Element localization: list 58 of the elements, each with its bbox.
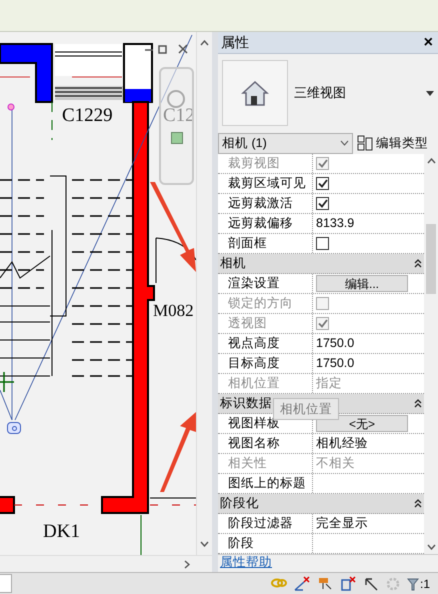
property-value: 指定	[316, 375, 342, 392]
instance-filter-dropdown[interactable]: 相机 (1)	[218, 132, 353, 154]
checkbox[interactable]	[316, 237, 329, 250]
property-label: 视点高度	[218, 334, 313, 353]
scroll-down-icon[interactable]	[200, 541, 209, 547]
filter-icon[interactable]	[406, 576, 419, 590]
property-value-button[interactable]: <无>	[316, 415, 408, 432]
chevron-down-icon	[340, 140, 349, 146]
property-label: 图纸上的标题	[218, 474, 313, 493]
collapse-icon	[414, 399, 422, 408]
dropdown-caret-icon	[426, 90, 434, 96]
edit-type-button[interactable]: 编辑类型	[357, 134, 428, 152]
property-value: 不相关	[316, 455, 355, 472]
scroll-up-icon[interactable]	[426, 158, 436, 164]
property-label: 透视图	[218, 314, 313, 333]
collapse-icon	[414, 259, 422, 268]
property-value[interactable]: 8133.9	[316, 214, 354, 233]
scroll-right-icon[interactable]	[184, 560, 190, 568]
properties-scrollbar[interactable]	[424, 154, 438, 554]
room-tag: C1229	[62, 106, 113, 125]
filter-count: :1	[420, 576, 430, 592]
group-header[interactable]: 阶段化	[218, 494, 424, 514]
property-label: 渲染设置	[218, 274, 313, 293]
close-button[interactable]: ×	[422, 34, 435, 50]
camera-icon[interactable]	[7, 422, 21, 434]
scroll-thumb[interactable]	[426, 224, 436, 294]
type-name: 三维视图	[294, 84, 347, 102]
collapse-icon	[414, 499, 422, 508]
checkbox[interactable]	[316, 177, 329, 190]
property-label: 裁剪视图	[218, 154, 313, 173]
property-value[interactable]: 相机经验	[316, 434, 368, 453]
panel-title: 属性	[221, 33, 249, 52]
property-label: 视图名称	[218, 434, 313, 453]
property-label: 相关性	[218, 454, 313, 473]
room-tag: DK1	[43, 522, 80, 541]
house-icon	[240, 78, 270, 108]
checkbox[interactable]	[316, 197, 329, 210]
group-header[interactable]: 相机	[218, 254, 424, 274]
property-value[interactable]: 1750.0	[316, 334, 354, 353]
property-label: 阶段	[218, 534, 313, 553]
property-value-button[interactable]: 编辑...	[316, 275, 408, 292]
property-value[interactable]: 1750.0	[316, 354, 354, 373]
property-label: 剖面框	[218, 234, 313, 253]
room-tag: M082	[153, 302, 194, 319]
tooltip: 相机位置	[273, 398, 339, 420]
property-label: 锁定的方向	[218, 294, 313, 313]
property-value[interactable]: 完全显示	[316, 514, 368, 533]
property-label: 远剪裁偏移	[218, 214, 313, 233]
scroll-up-icon[interactable]	[200, 40, 209, 46]
scroll-down-icon[interactable]	[426, 544, 436, 550]
edit-type-icon	[357, 135, 373, 151]
property-label: 目标高度	[218, 354, 313, 373]
property-label: 相机位置	[218, 374, 313, 393]
property-label: 裁剪区域可见	[218, 174, 313, 193]
property-label: 远剪裁激活	[218, 194, 313, 213]
pin-icon[interactable]	[316, 576, 333, 592]
property-label: 阶段过滤器	[218, 514, 313, 533]
properties-help-link[interactable]: 属性帮助	[220, 553, 272, 572]
